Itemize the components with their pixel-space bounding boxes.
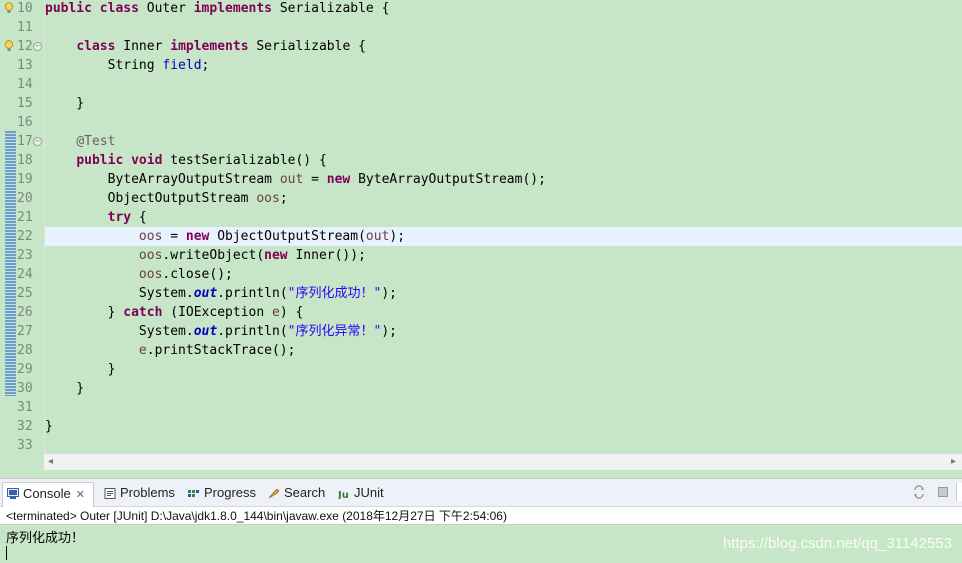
line-number: 14 xyxy=(17,77,33,92)
tab-progress[interactable]: Progress xyxy=(184,483,256,503)
lightbulb-warning-icon[interactable] xyxy=(4,2,14,14)
line-number: 31 xyxy=(17,400,33,415)
tab-console-label: Console xyxy=(23,486,71,501)
line-number: 20 xyxy=(17,191,33,206)
line-number: 32 xyxy=(17,419,33,434)
code-line[interactable]: } xyxy=(45,360,116,379)
console-panel: Console ✕ Problems Progress Search Ju JUn… xyxy=(0,478,962,563)
line-number: 24 xyxy=(17,267,33,282)
line-number: 29 xyxy=(17,362,33,377)
code-line[interactable]: try { xyxy=(45,208,147,227)
lightbulb-warning-icon[interactable] xyxy=(4,40,14,52)
console-status-line: <terminated> Outer [JUnit] D:\Java\jdk1.… xyxy=(0,507,962,525)
code-line[interactable]: class Inner implements Serializable { xyxy=(45,37,366,56)
code-line[interactable]: } xyxy=(45,417,53,436)
code-line[interactable]: public void testSerializable() { xyxy=(45,151,326,170)
code-line[interactable]: oos.close(); xyxy=(45,265,233,284)
tab-junit[interactable]: Ju JUnit xyxy=(334,483,384,503)
line-number: 11 xyxy=(17,20,33,35)
line-number: 18 xyxy=(17,153,33,168)
close-icon[interactable]: ✕ xyxy=(76,489,85,501)
code-editor[interactable]: 10 11 12 13 14 15 16 17 18 19 20 21 22 23 24 25 26 27 28 29… xyxy=(0,0,962,453)
horizontal-scrollbar[interactable]: ◂ ▸ xyxy=(44,453,962,470)
code-line[interactable]: System.out.println("序列化异常！"); xyxy=(45,322,397,341)
tab-progress-label: Progress xyxy=(204,485,257,500)
tab-search-label: Search xyxy=(284,485,326,500)
line-number: 23 xyxy=(17,248,33,263)
line-number: 22 xyxy=(17,229,33,244)
code-line[interactable]: String field; xyxy=(45,56,210,75)
code-line[interactable]: ByteArrayOutputStream out = new ByteArra… xyxy=(45,170,546,189)
panel-edge xyxy=(956,483,962,501)
code-line[interactable]: oos.writeObject(new Inner()); xyxy=(45,246,366,265)
line-number: 15 xyxy=(17,96,33,111)
line-number: 33 xyxy=(17,438,33,453)
view-tab-bar: Console ✕ Problems Progress Search Ju JUn… xyxy=(0,479,962,507)
svg-text:Ju: Ju xyxy=(338,490,349,499)
code-line[interactable]: e.printStackTrace(); xyxy=(45,341,296,360)
fold-minus-icon[interactable]: − xyxy=(33,42,42,51)
tab-problems-label: Problems xyxy=(120,485,175,500)
console-icon xyxy=(7,488,19,499)
code-line[interactable]: } xyxy=(45,94,84,113)
code-line[interactable]: System.out.println("序列化成功！"); xyxy=(45,284,397,303)
tab-junit-label: JUnit xyxy=(354,485,384,500)
line-number: 30 xyxy=(17,381,33,396)
line-number: 19 xyxy=(17,172,33,187)
junit-icon: Ju xyxy=(338,490,349,499)
line-number: 13 xyxy=(17,58,33,73)
problems-icon xyxy=(104,488,116,499)
tab-console[interactable]: Console ✕ xyxy=(2,482,94,507)
code-area[interactable]: public class Outer implements Serializab… xyxy=(45,0,962,453)
text-caret xyxy=(6,546,7,560)
line-number: 26 xyxy=(17,305,33,320)
code-line[interactable]: @Test xyxy=(45,132,115,151)
fold-minus-icon[interactable]: − xyxy=(33,137,42,146)
line-number: 27 xyxy=(17,324,33,339)
tab-problems[interactable]: Problems xyxy=(100,483,175,503)
console-output-area[interactable]: 序列化成功！ https://blog.csdn.net/qq_31142553 xyxy=(0,525,962,563)
change-indicator-bar xyxy=(5,131,16,396)
tab-search[interactable]: Search xyxy=(264,483,325,503)
scrollbar-left-arrow-icon[interactable]: ◂ xyxy=(48,456,53,467)
watermark: https://blog.csdn.net/qq_31142553 xyxy=(722,535,952,552)
line-number: 16 xyxy=(17,115,33,130)
progress-icon xyxy=(188,490,199,497)
code-line[interactable]: } xyxy=(45,379,84,398)
line-number: 28 xyxy=(17,343,33,358)
line-number: 21 xyxy=(17,210,33,225)
console-output-text: 序列化成功！ xyxy=(6,531,85,546)
line-number: 25 xyxy=(17,286,33,301)
scrollbar-right-arrow-icon[interactable]: ▸ xyxy=(951,456,956,467)
terminate-icon[interactable] xyxy=(936,485,950,499)
code-line[interactable]: public class Outer implements Serializab… xyxy=(45,0,389,18)
code-line[interactable]: } catch (IOException e) { xyxy=(45,303,304,322)
code-line[interactable]: ObjectOutputStream oos; xyxy=(45,189,288,208)
code-line[interactable]: oos = new ObjectOutputStream(out); xyxy=(45,227,405,246)
sync-icon[interactable] xyxy=(912,485,926,499)
search-icon xyxy=(268,488,280,499)
line-number: 10 xyxy=(17,1,33,16)
